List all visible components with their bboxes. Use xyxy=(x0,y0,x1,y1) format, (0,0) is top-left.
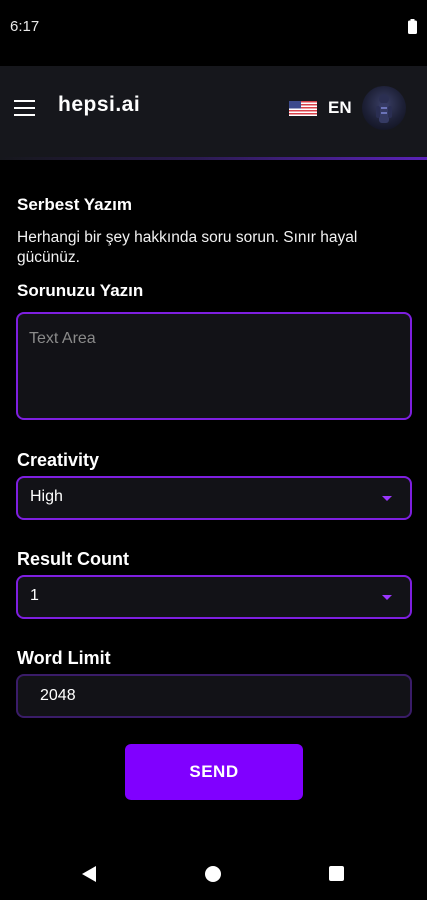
avatar[interactable] xyxy=(362,86,406,130)
chevron-down-icon xyxy=(382,595,392,600)
result-count-label: Result Count xyxy=(17,549,129,569)
result-count-select[interactable]: 1 xyxy=(16,575,412,619)
creativity-select[interactable]: High xyxy=(16,476,412,520)
brand-logo[interactable]: hepsi.ai xyxy=(58,93,140,117)
chevron-down-icon xyxy=(382,496,392,501)
page-description: Herhangi bir şey hakkında soru sorun. Sı… xyxy=(17,229,358,266)
result-count-value: 1 xyxy=(30,587,39,604)
page-title: Serbest Yazım xyxy=(17,195,132,214)
status-time: 6:17 xyxy=(10,18,40,35)
us-flag-icon[interactable] xyxy=(289,101,317,116)
creativity-value: High xyxy=(30,488,63,505)
avatar-figure-icon xyxy=(376,94,392,123)
send-button[interactable]: SEND xyxy=(125,744,303,800)
recents-icon[interactable] xyxy=(329,866,344,881)
back-icon[interactable] xyxy=(82,866,96,882)
question-label: Sorunuzu Yazın xyxy=(17,281,144,300)
language-selector[interactable]: EN xyxy=(328,98,352,118)
battery-icon xyxy=(408,19,417,34)
word-limit-label: Word Limit xyxy=(17,648,111,668)
question-textarea-container xyxy=(16,312,412,420)
status-bar: 6:17 xyxy=(0,0,427,56)
question-textarea[interactable] xyxy=(18,314,410,418)
word-limit-container xyxy=(16,674,412,718)
menu-icon[interactable] xyxy=(14,100,35,116)
home-icon[interactable] xyxy=(205,866,221,882)
word-limit-input[interactable] xyxy=(18,676,410,716)
creativity-label: Creativity xyxy=(17,450,100,470)
header-divider xyxy=(0,157,427,160)
system-nav-bar xyxy=(0,846,427,900)
